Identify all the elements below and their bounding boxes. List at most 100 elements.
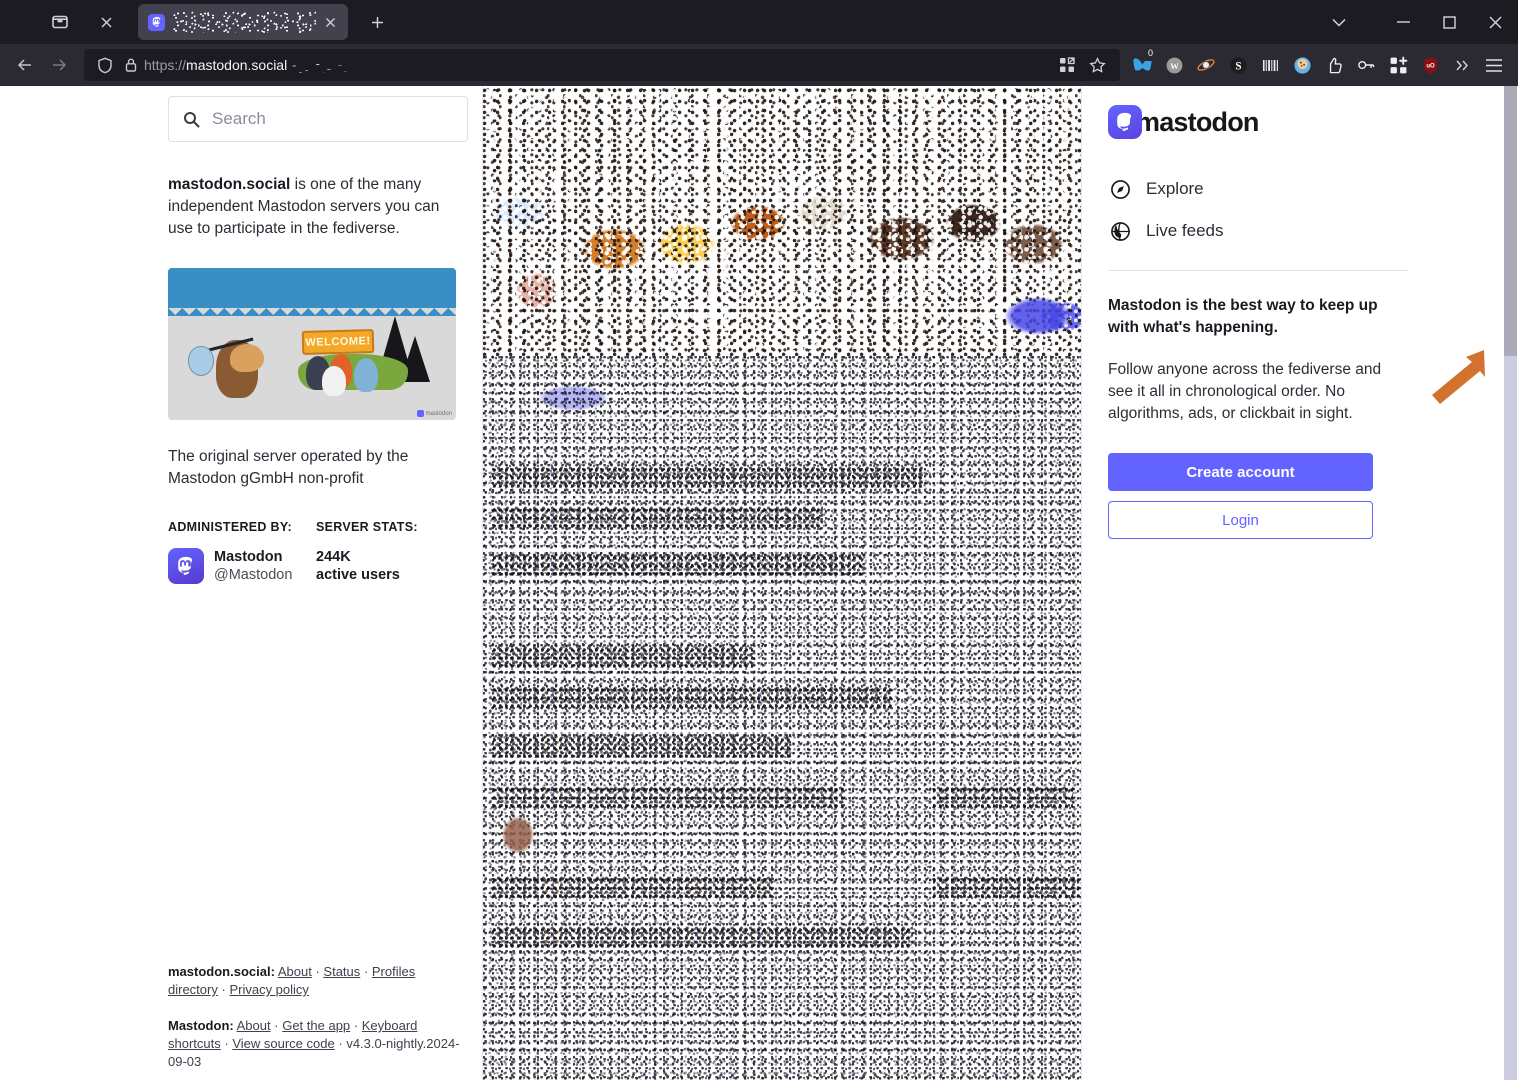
svg-text:uO: uO (1426, 63, 1435, 69)
welcome-banner-image: WELCOME! mastodon (168, 268, 456, 420)
page-scrollbar-thumb[interactable] (1504, 86, 1517, 356)
footer-link-status[interactable]: Status (323, 964, 360, 979)
globe-icon (1108, 219, 1132, 243)
left-sidebar: mastodon.social is one of the many indep… (168, 86, 468, 1080)
login-button[interactable]: Login (1108, 501, 1373, 539)
obscured-text-line (493, 466, 923, 488)
password-key-extension-icon[interactable] (1350, 49, 1382, 81)
right-nav: Explore Live feeds (1108, 168, 1408, 252)
tab-title-obscured (173, 11, 316, 33)
add-extension-icon[interactable] (1382, 49, 1414, 81)
footer-separator: · (221, 982, 226, 997)
footer-link-view-source-code[interactable]: View source code (232, 1036, 334, 1051)
window-close-icon[interactable] (1472, 0, 1518, 44)
bluesky-extension-icon[interactable]: 0 (1126, 46, 1158, 81)
browser-window: https://mastodon.social 0 W S uO Search … (0, 0, 1518, 1080)
overflow-chevrons-icon[interactable] (1446, 49, 1478, 81)
tab-close-icon[interactable] (320, 12, 340, 32)
footer-separator: · (353, 1018, 359, 1033)
banner-elephant-blue (354, 358, 378, 392)
nav-item-label: Live feeds (1146, 221, 1224, 240)
close-icon[interactable] (88, 7, 124, 37)
mastodon-logo[interactable]: mastodon (1108, 100, 1408, 144)
mastodon-favicon (148, 13, 165, 31)
obscured-text-line (493, 506, 823, 528)
obscured-text-line (493, 736, 793, 758)
promo-body: Follow anyone across the fediverse and s… (1108, 361, 1382, 422)
create-account-button[interactable]: Create account (1108, 453, 1373, 491)
page-scrollbar-track[interactable] (1503, 86, 1518, 1080)
barcode-extension-icon[interactable] (1254, 49, 1286, 81)
obscured-feed-text (483, 356, 1081, 1080)
url-text[interactable]: https://mastodon.social (144, 57, 1052, 73)
browser-tab[interactable] (138, 4, 348, 40)
extensions-grid-icon[interactable] (1052, 51, 1082, 79)
scribe-extension-icon[interactable]: S (1222, 49, 1254, 81)
administered-by-heading: ADMINISTERED BY: (168, 520, 293, 534)
footer-link-privacy-policy[interactable]: Privacy policy (229, 982, 308, 997)
navigation-toolbar: https://mastodon.social 0 W S uO (0, 44, 1518, 86)
svg-text:S: S (1235, 60, 1241, 72)
sidebar-divider (1108, 270, 1408, 271)
page-scrollbar-lower[interactable] (1504, 356, 1517, 1080)
tab-list-icon[interactable] (42, 7, 78, 37)
server-meta-row: ADMINISTERED BY: Mastodon @Mastodon SERV… (168, 520, 468, 584)
server-domain: mastodon.social (168, 176, 291, 193)
extension-badge: 0 (1143, 46, 1157, 61)
forward-icon[interactable] (42, 49, 76, 81)
url-bar[interactable]: https://mastodon.social (84, 49, 1120, 81)
nav-item-explore[interactable]: Explore (1108, 168, 1408, 210)
banner-bindle-sack (188, 346, 214, 376)
footer-server-label: mastodon.social: (168, 964, 275, 979)
new-tab-icon[interactable] (360, 7, 394, 37)
mastodon-about-page: mastodon.social is one of the many indep… (14, 86, 1504, 1080)
obscured-text-line (933, 786, 1073, 808)
footer-separator: · (363, 964, 369, 979)
minimize-icon[interactable] (1380, 0, 1426, 44)
search-icon (183, 111, 200, 128)
obscured-text-line (493, 554, 863, 576)
administered-by-block: ADMINISTERED BY: Mastodon @Mastodon (168, 520, 316, 584)
server-blurb: mastodon.social is one of the many indep… (168, 174, 468, 240)
obscured-link-blob (983, 281, 1081, 351)
lock-icon[interactable] (118, 54, 144, 76)
footer-link-mastodon-about[interactable]: About (237, 1018, 271, 1033)
ublock-origin-extension-icon[interactable]: uO (1414, 49, 1446, 81)
url-host: mastodon.social (186, 57, 288, 73)
nav-item-live-feeds[interactable]: Live feeds (1108, 210, 1408, 252)
thumbs-up-extension-icon[interactable] (1318, 49, 1350, 81)
active-users-label: active users (316, 567, 400, 583)
footer-link-get-the-app[interactable]: Get the app (282, 1018, 350, 1033)
orange-arrow-up-right-icon (1432, 350, 1485, 404)
promo-heading: Mastodon is the best way to keep up with… (1108, 297, 1378, 336)
banner-elephant-traveler-head (230, 344, 264, 372)
shield-icon[interactable] (92, 54, 118, 76)
center-feed-column[interactable] (482, 86, 1082, 1080)
admin-handle: @Mastodon (214, 567, 293, 583)
banner-watermark-text: mastodon (425, 410, 452, 417)
footer-project-links: Mastodon: About · Get the app · Keyboard… (168, 1017, 468, 1071)
search-box[interactable] (168, 96, 468, 142)
cookie-extension-icon[interactable] (1286, 49, 1318, 81)
obscured-text-line (493, 786, 843, 808)
footer-project-label: Mastodon: (168, 1018, 234, 1033)
back-icon[interactable] (8, 49, 42, 81)
obscured-text-line (493, 686, 893, 708)
avatar (168, 548, 204, 584)
footer-links: mastodon.social: About · Status · Profil… (168, 963, 468, 1080)
search-input[interactable] (212, 109, 453, 129)
wikipedia-extension-icon[interactable]: W (1158, 49, 1190, 81)
chevron-down-icon[interactable] (1310, 0, 1368, 44)
nav-item-label: Explore (1146, 179, 1204, 198)
maximize-icon[interactable] (1426, 0, 1472, 44)
footer-link-about[interactable]: About (278, 964, 312, 979)
compass-icon (1108, 177, 1132, 201)
url-scheme: https:// (144, 57, 187, 73)
server-stats-block: SERVER STATS: 244K active users (316, 520, 468, 584)
fediverse-extension-icon[interactable] (1190, 49, 1222, 81)
bookmark-star-icon[interactable] (1082, 51, 1112, 79)
admin-account-text: Mastodon @Mastodon (214, 548, 316, 584)
app-menu-hamburger-icon[interactable] (1478, 49, 1510, 81)
admin-account[interactable]: Mastodon @Mastodon (168, 548, 316, 584)
window-controls (1310, 0, 1518, 44)
